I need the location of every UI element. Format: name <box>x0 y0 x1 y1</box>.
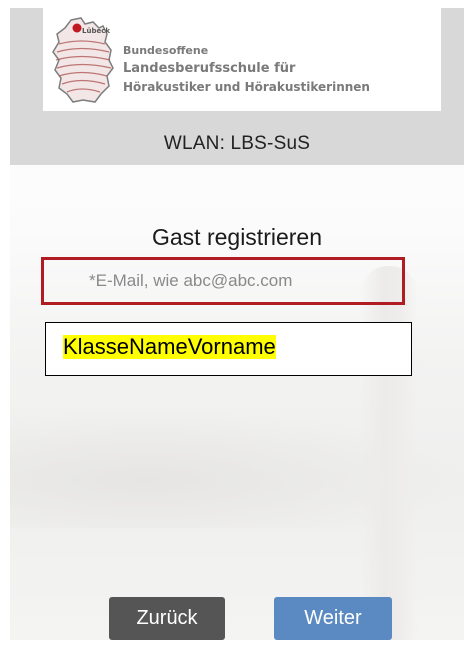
germany-map-logo-icon: Lübeck <box>52 17 114 103</box>
email-input[interactable] <box>89 266 393 296</box>
name-format-annotation-box: KlasseNameVorname <box>45 322 412 376</box>
guest-registration-page: Lübeck Bundesoffene Landesberufsschule f… <box>10 8 464 640</box>
name-format-annotation-text: KlasseNameVorname <box>63 334 276 359</box>
school-logo-banner: Lübeck Bundesoffene Landesberufsschule f… <box>43 8 441 111</box>
page-title: Gast registrieren <box>151 224 322 250</box>
next-button[interactable]: Weiter <box>274 597 392 640</box>
email-field-highlight-frame <box>41 257 405 305</box>
wlan-network-label: WLAN: LBS-SuS <box>163 133 311 154</box>
logo-text-line-3: Hörakustiker und Hörakustikerinnen <box>123 80 370 94</box>
logo-text-line-1: Bundesoffene <box>123 44 209 57</box>
header: Lübeck Bundesoffene Landesberufsschule f… <box>10 8 464 165</box>
back-button[interactable]: Zurück <box>109 597 225 640</box>
map-city-label: Lübeck <box>82 27 110 35</box>
logo-text-line-2: Landesberufsschule für <box>123 61 296 76</box>
